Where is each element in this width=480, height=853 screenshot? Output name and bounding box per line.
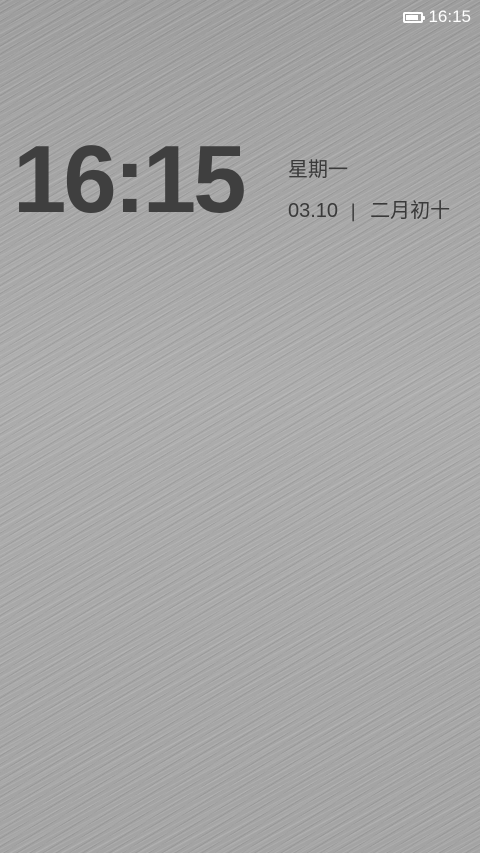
date-label: 03.10	[288, 200, 339, 222]
lock-clock: 16:15	[13, 126, 247, 233]
battery-level-fill	[406, 14, 419, 20]
lunar-date-label: 二月初十	[370, 198, 451, 222]
weekday-label: 星期一	[288, 157, 348, 181]
status-bar: 16:15	[0, 0, 480, 34]
battery-icon	[403, 11, 426, 23]
status-right: 16:15	[403, 8, 471, 26]
status-time: 16:15	[428, 7, 471, 26]
lock-screen[interactable]: { "status_bar": { "time": "16:15", "batt…	[0, 0, 480, 853]
date-line: 03.10 | 二月初十	[288, 196, 450, 226]
date-separator: |	[350, 201, 357, 222]
